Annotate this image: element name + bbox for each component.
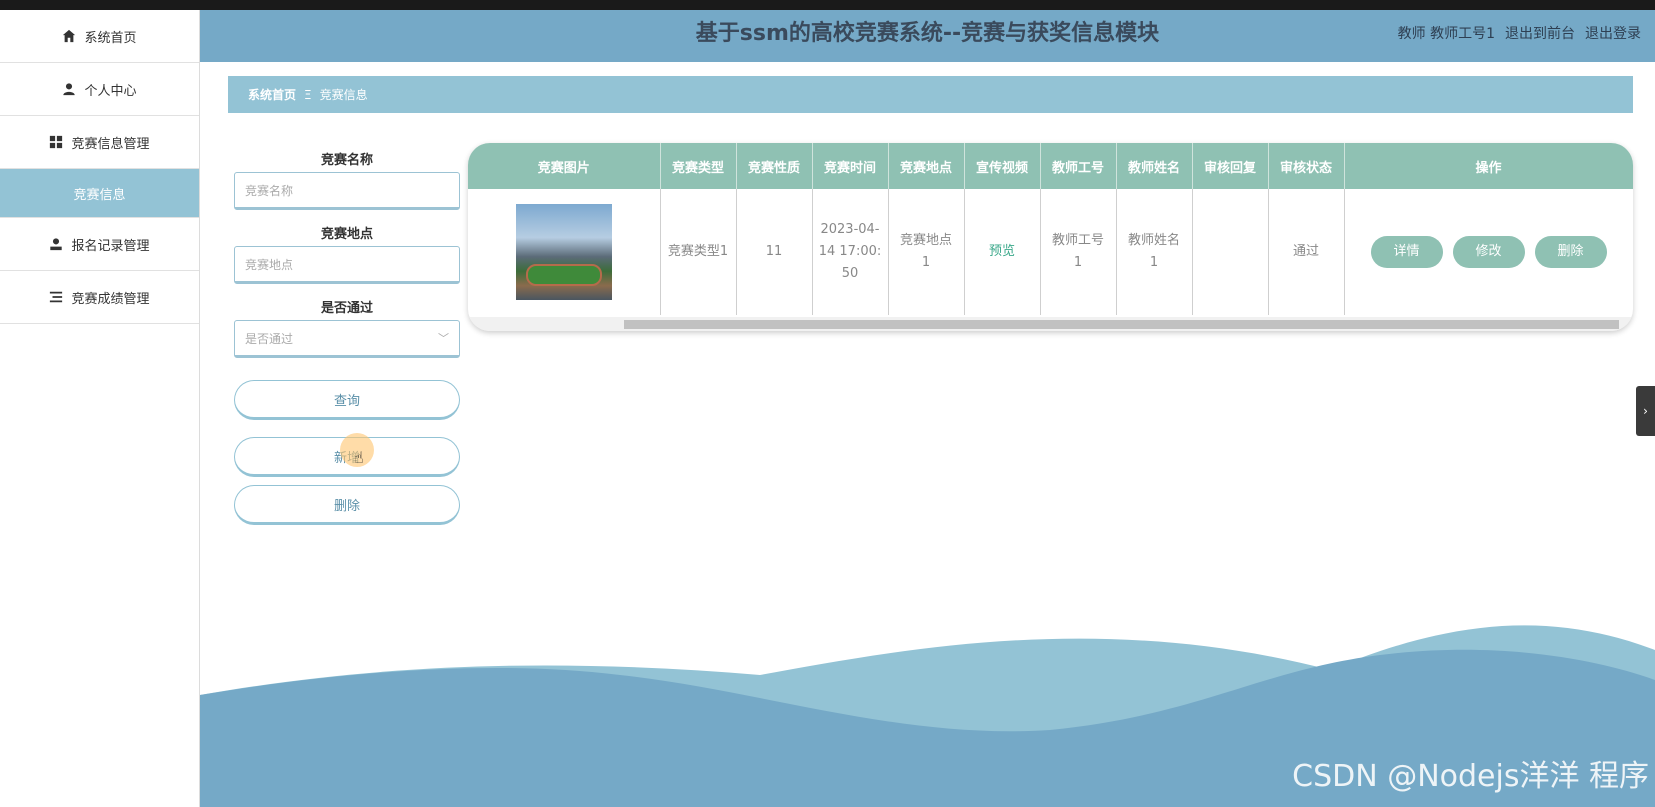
query-button[interactable]: 查询 xyxy=(234,380,460,420)
column-header: 审核状态 xyxy=(1268,143,1345,189)
sidebar-item-label: 系统首页 xyxy=(84,30,137,46)
sidebar-item-label: 个人中心 xyxy=(84,83,137,99)
column-header: 竞赛时间 xyxy=(812,143,889,189)
table-header-row: 竞赛图片 竞赛类型 竞赛性质 竞赛时间 竞赛地点 宣传视频 教师工号 教师姓名 … xyxy=(468,143,1633,189)
search-panel: 竞赛名称 竞赛名称 竞赛地点 竞赛地点 是否通过 是否通过 ﹀ xyxy=(234,150,460,372)
sidebar-item-label: 竞赛信息 xyxy=(73,187,126,203)
image-cell xyxy=(468,189,661,315)
pass-placeholder: 是否通过 xyxy=(245,331,294,346)
column-header: 教师工号 xyxy=(1040,143,1117,189)
column-header: 宣传视频 xyxy=(964,143,1041,189)
back-to-front-link[interactable]: 退出到前台 xyxy=(1505,10,1575,58)
detail-button[interactable]: 详情 xyxy=(1370,236,1443,268)
sidebar-item-competition-info[interactable]: 竞赛信息 xyxy=(0,169,199,218)
column-header: 教师姓名 xyxy=(1116,143,1193,189)
column-header: 竞赛性质 xyxy=(736,143,813,189)
teacher-id-cell: 教师工号1 xyxy=(1040,189,1117,315)
column-header: 竞赛类型 xyxy=(660,143,737,189)
horizontal-scrollbar[interactable] xyxy=(468,317,1633,331)
scrollbar-thumb[interactable] xyxy=(624,320,1619,329)
header-user-area: 教师 教师工号1 退出到前台 退出登录 xyxy=(1398,10,1641,58)
logout-link[interactable]: 退出登录 xyxy=(1585,10,1641,58)
breadcrumb-current: 竞赛信息 xyxy=(319,88,368,102)
edit-button[interactable]: 修改 xyxy=(1452,236,1525,268)
breadcrumb: 系统首页 Ξ 竞赛信息 xyxy=(228,76,1633,113)
column-header: 竞赛地点 xyxy=(888,143,965,189)
header-bar: 基于ssm的高校竞赛系统--竞赛与获奖信息模块 教师 教师工号1 退出到前台 退… xyxy=(200,10,1655,62)
sidebar-item-score-manage[interactable]: 竞赛成绩管理 xyxy=(0,271,199,324)
competition-image[interactable] xyxy=(515,204,612,300)
teacher-name-cell: 教师姓名1 xyxy=(1116,189,1193,315)
pass-label: 是否通过 xyxy=(320,301,373,316)
status-cell: 通过 xyxy=(1268,189,1345,315)
name-label: 竞赛名称 xyxy=(320,153,373,168)
breadcrumb-home[interactable]: 系统首页 xyxy=(248,86,296,103)
list-icon xyxy=(50,291,63,303)
place-placeholder: 竞赛地点 xyxy=(245,257,294,272)
sidebar-item-profile[interactable]: 个人中心 xyxy=(0,63,199,116)
data-table: 竞赛图片 竞赛类型 竞赛性质 竞赛时间 竞赛地点 宣传视频 教师工号 教师姓名 … xyxy=(468,143,1633,331)
side-expand-tab[interactable]: › xyxy=(1636,386,1655,436)
type-cell: 竞赛类型1 xyxy=(660,189,737,315)
batch-delete-button[interactable]: 删除 xyxy=(234,485,460,525)
actions-cell: 详情 修改 删除 xyxy=(1344,189,1633,315)
pass-select[interactable]: 是否通过 ﹀ xyxy=(234,320,460,358)
top-strip xyxy=(0,0,1655,10)
nature-cell: 11 xyxy=(736,189,813,315)
column-header: 审核回复 xyxy=(1192,143,1269,189)
chevron-down-icon: ﹀ xyxy=(438,332,449,345)
sidebar-item-label: 竞赛信息管理 xyxy=(71,136,150,152)
current-user: 教师 教师工号1 xyxy=(1397,26,1495,42)
hand-cursor-icon: ☝ xyxy=(354,448,364,467)
place-search-input[interactable]: 竞赛地点 xyxy=(234,246,460,284)
place-label: 竞赛地点 xyxy=(320,227,373,242)
user-icon xyxy=(50,238,63,251)
home-icon xyxy=(63,29,76,43)
sidebar-item-label: 竞赛成绩管理 xyxy=(71,291,150,307)
breadcrumb-separator: Ξ xyxy=(304,87,312,102)
sidebar-item-competition-manage[interactable]: 竞赛信息管理 xyxy=(0,116,199,169)
delete-button[interactable]: 删除 xyxy=(1534,236,1607,268)
name-placeholder: 竞赛名称 xyxy=(245,183,294,198)
reply-cell xyxy=(1192,189,1269,315)
video-preview-link[interactable]: 预览 xyxy=(964,189,1041,315)
sidebar-item-home[interactable]: 系统首页 xyxy=(0,10,199,63)
sidebar-item-signup-manage[interactable]: 报名记录管理 xyxy=(0,218,199,271)
time-cell: 2023-04-14 17:00:50 xyxy=(812,189,889,315)
place-cell: 竞赛地点1 xyxy=(888,189,965,315)
user-icon xyxy=(63,83,76,96)
column-header: 竞赛图片 xyxy=(468,143,661,189)
sidebar: 系统首页 个人中心 竞赛信息管理 竞赛信息 报名记录管理 竞赛成绩管理 xyxy=(0,10,200,807)
watermark: CSDN @Nodejs洋洋 程序 xyxy=(1292,759,1649,794)
column-header: 操作 xyxy=(1344,143,1633,189)
table-row: 竞赛类型1 11 2023-04-14 17:00:50 竞赛地点1 预览 教师… xyxy=(468,189,1633,315)
stadium-field xyxy=(525,264,602,286)
sidebar-item-label: 报名记录管理 xyxy=(71,238,150,254)
grid-icon xyxy=(50,135,63,149)
name-search-input[interactable]: 竞赛名称 xyxy=(234,172,460,210)
